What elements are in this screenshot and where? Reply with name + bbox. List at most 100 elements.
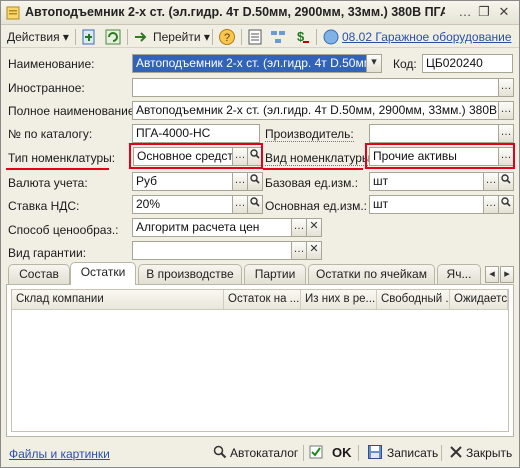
warranty-select-button[interactable]: … [291,241,307,260]
magnifier-icon [213,445,227,459]
mainunit-field[interactable]: шт [369,195,484,214]
code-label: Код: [393,57,417,71]
goto-label: Перейти [153,30,201,44]
name-label: Наименование: [8,57,95,71]
mainunit-select-button[interactable]: … [483,195,499,214]
grid-header-expected[interactable]: Ожидается [450,290,508,310]
catalog-field[interactable]: ПГА-4000-НС [132,124,260,143]
folder-link-icon [323,29,339,45]
document-icon [6,6,20,20]
group-link[interactable]: 08.02 Гаражное оборудование [342,28,512,46]
help-icon[interactable]: ? [218,28,236,46]
tab-in-production[interactable]: В производстве [138,264,242,284]
actions-menu[interactable]: Действия ▾ [7,28,69,46]
tab-cell-balances[interactable]: Остатки по ячейкам [308,264,435,284]
tabs-scroll-right-button[interactable]: ▸ [500,266,514,283]
balances-grid[interactable]: Склад компании Остаток на ... Из них в р… [11,289,509,432]
footer-bar: Файлы и картинки Автокаталог OK Записать… [1,441,519,467]
pricing-select-button[interactable]: … [291,218,307,237]
baseunit-select-button[interactable]: … [483,172,499,191]
name-dropdown-button[interactable]: ▾ [366,54,382,73]
goto-menu[interactable]: Перейти ▾ [153,28,210,46]
price-icon[interactable]: $ [293,28,311,46]
nomtype-label: Тип номенклатуры: [8,151,116,165]
close-button[interactable]: Закрыть [466,446,512,460]
nomkind-label[interactable]: Вид номенклатуры: [265,151,374,166]
foreign-field[interactable] [132,78,499,97]
tab-balances[interactable]: Остатки [70,262,136,285]
annotation-box [129,143,263,169]
save-button[interactable]: Записать [387,446,438,460]
separator [316,29,317,45]
vat-select-button[interactable]: … [232,195,248,214]
search-icon [250,197,260,207]
close-icon [450,446,462,458]
save-copy-icon[interactable] [80,28,98,46]
floppy-icon [368,445,382,459]
mainunit-label: Основная ед.изм.: [265,199,368,213]
search-icon [501,174,511,184]
autocatalog-button[interactable]: Автокаталог [230,446,298,460]
annotation-underline [263,168,363,170]
tabs-scroll-left-button[interactable]: ◂ [485,266,499,283]
files-link[interactable]: Файлы и картинки [9,447,110,461]
warranty-clear-button[interactable]: ✕ [306,241,322,260]
fullname-label: Полное наименование: [8,104,138,118]
annotation-box [365,143,515,169]
ok-button[interactable]: OK [332,445,352,460]
window-title: Автоподъемник 2-х ст. (эл.гидр. 4т D.50м… [25,5,445,19]
tree-icon[interactable] [269,28,287,46]
tab-cells[interactable]: Яч... [437,264,481,284]
grid-header-free[interactable]: Свободный ... [377,290,450,310]
search-icon [501,197,511,207]
restore-button[interactable]: ❐ [475,4,493,21]
fullname-field[interactable]: Автоподъемник 2-х ст. (эл.гидр. 4т D.50м… [132,101,499,120]
item-window: Автоподъемник 2-х ст. (эл.гидр. 4т D.50м… [0,0,520,468]
manufacturer-select-button[interactable]: … [498,124,514,143]
grid-header-warehouse[interactable]: Склад компании [12,290,224,310]
pricing-label: Способ ценообраз.: [8,223,119,237]
manufacturer-label[interactable]: Производитель: [265,127,354,142]
currency-label: Валюта учета: [8,176,88,190]
separator [212,29,213,45]
baseunit-field[interactable]: шт [369,172,484,191]
actions-label: Действия [7,30,60,44]
foreign-label: Иностранное: [8,81,85,95]
separator [127,29,128,45]
tab-batches[interactable]: Партии [244,264,306,284]
manufacturer-field[interactable] [369,124,499,143]
refresh-icon[interactable] [104,28,122,46]
warranty-field[interactable] [132,241,292,260]
foreign-select-button[interactable]: … [498,78,514,97]
separator [75,29,76,45]
mainunit-search-button[interactable] [498,195,514,214]
ok-check-icon [309,445,323,459]
currency-select-button[interactable]: … [232,172,248,191]
vat-field[interactable]: 20% [132,195,233,214]
vat-label: Ставка НДС: [8,199,80,213]
pricing-field[interactable]: Алгоритм расчета цен [132,218,292,237]
grid-header-balance[interactable]: Остаток на ... [224,290,301,310]
separator [358,445,359,461]
window-menu-button[interactable]: … [456,4,474,21]
warranty-label: Вид гарантии: [8,246,87,260]
grid-header-reserved[interactable]: Из них в ре... [301,290,377,310]
name-field[interactable]: Автоподъемник 2-х ст. (эл.гидр. 4т D.50м… [132,54,367,73]
goto-icon [135,32,147,42]
fullname-select-button[interactable]: … [498,101,514,120]
tab-composition[interactable]: Состав [8,264,70,284]
search-icon [250,174,260,184]
pricing-clear-button[interactable]: ✕ [306,218,322,237]
vat-search-button[interactable] [247,195,263,214]
close-window-button[interactable]: ✕ [495,4,513,21]
currency-search-button[interactable] [247,172,263,191]
code-field[interactable]: ЦБ020240 [422,54,513,73]
catalog-label: № по каталогу: [8,127,93,141]
annotation-underline [6,168,109,170]
title-bar: Автоподъемник 2-х ст. (эл.гидр. 4т D.50м… [1,1,519,25]
baseunit-search-button[interactable] [498,172,514,191]
list-icon[interactable] [246,28,264,46]
separator [303,445,304,461]
currency-field[interactable]: Руб [132,172,233,191]
baseunit-label: Базовая ед.изм.: [265,176,359,190]
